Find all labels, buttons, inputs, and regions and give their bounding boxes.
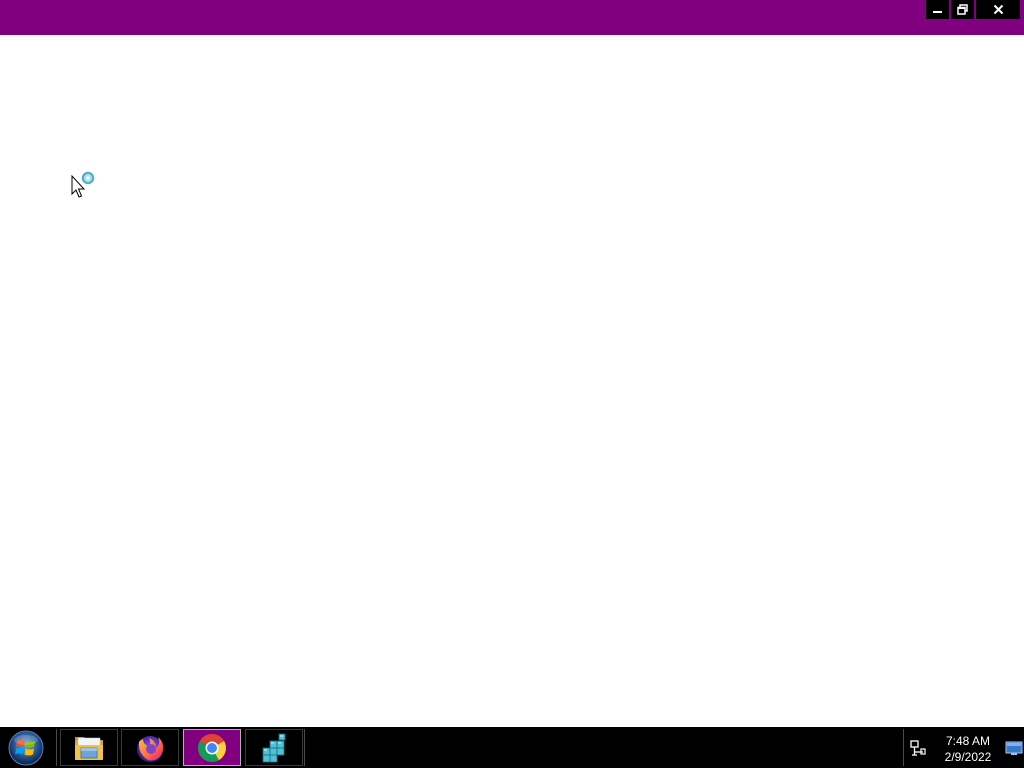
taskbar-clock[interactable]: 7:48 AM 2/9/2022 bbox=[936, 733, 1000, 765]
clock-time: 7:48 AM bbox=[945, 734, 991, 748]
start-button[interactable] bbox=[2, 729, 50, 767]
restore-icon bbox=[957, 4, 968, 15]
window-titlebar[interactable] bbox=[0, 0, 1024, 35]
window-controls bbox=[926, 0, 1020, 19]
network-icon[interactable] bbox=[909, 739, 927, 757]
taskbar-app-file-explorer[interactable] bbox=[60, 729, 118, 766]
close-button[interactable] bbox=[976, 0, 1020, 19]
close-icon bbox=[993, 4, 1003, 15]
folder-icon bbox=[75, 736, 103, 760]
windows-logo-icon bbox=[8, 730, 44, 766]
taskbar-divider bbox=[56, 729, 57, 766]
minimize-icon bbox=[933, 11, 942, 13]
busy-pointer-icon bbox=[71, 171, 95, 198]
taskbar-app-firefox[interactable] bbox=[121, 729, 179, 766]
taskbar: 7:48 AM 2/9/2022 bbox=[0, 725, 1024, 768]
taskbar-app-cubes[interactable] bbox=[245, 729, 303, 766]
clock-date: 2/9/2022 bbox=[944, 750, 992, 764]
taskbar-divider bbox=[304, 729, 305, 766]
window-content[interactable] bbox=[0, 35, 1024, 725]
chrome-icon bbox=[198, 733, 226, 762]
desktop-screen: 7:48 AM 2/9/2022 bbox=[0, 0, 1024, 768]
firefox-icon bbox=[137, 735, 164, 762]
tray-divider bbox=[903, 729, 904, 766]
cubes-icon bbox=[262, 733, 286, 762]
restore-button[interactable] bbox=[951, 0, 974, 19]
taskbar-app-chrome[interactable] bbox=[183, 729, 241, 766]
minimize-button[interactable] bbox=[926, 0, 949, 19]
show-desktop-icon bbox=[1005, 741, 1023, 755]
show-desktop-button[interactable] bbox=[1004, 729, 1024, 766]
